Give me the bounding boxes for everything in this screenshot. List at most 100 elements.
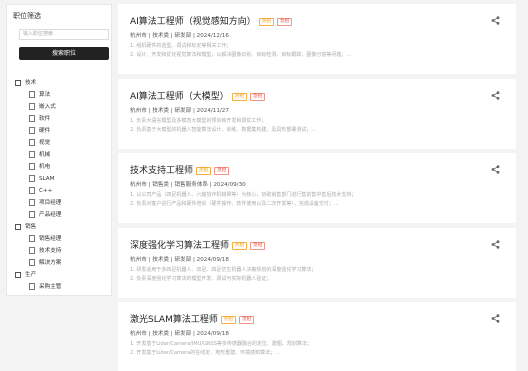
job-title[interactable]: 技术支持工程师 热招 急招 [130,163,230,176]
job-description-line: 2. 负责深度强化学习算法的模型开发、调试与实际机器人验证； [130,276,272,282]
sidebar-title: 职位筛选 [13,12,41,20]
tree-item[interactable]: 解决方案 [15,257,111,269]
collapse-icon[interactable] [15,79,21,86]
hot-badge: 热招 [231,92,248,101]
job-title-text: 深度强化学习算法工程师 [130,241,230,251]
tree-item-label: 视觉 [39,140,51,146]
tree-category-label: 生产 [25,272,37,278]
document-icon [29,91,35,98]
job-card[interactable]: AI算法工程师（视觉感知方向） 热招 急招杭州市 | 技术类 | 研发部 | 202… [118,4,516,74]
tree-item-label: 软件 [39,116,51,122]
document-icon [29,163,35,170]
job-meta: 杭州市 | 技术类 | 研发部 | 2024/11/27 [130,108,229,114]
tree-item-label: 项目经理 [39,200,62,206]
share-icon[interactable] [491,240,500,249]
document-icon [29,187,35,194]
tree-item-label: 机电 [39,164,51,170]
job-description-line: 2. 负责基于大模型的机器人智能算法设计、训练、数据集构建，及具形部署测试；..… [130,127,317,133]
tree-item-label: C++ [39,188,53,194]
job-description-line: 1. 负责大语言模型及多模态大模型的预训练开发和调优工作； [130,118,267,124]
tree-item-label: 销售经理 [39,236,62,242]
job-title-text: AI算法工程师（视觉感知方向） [130,17,256,27]
urgent-badge: 急招 [214,166,230,175]
job-card[interactable]: 激光SLAM算法工程师 热招 急招杭州市 | 技术类 | 研发部 | 2024/09… [118,302,516,371]
tree-item[interactable]: 机电 [15,161,111,173]
job-title[interactable]: 深度强化学习算法工程师 热招 急招 [130,238,266,251]
filter-sidebar: 职位筛选 输入职位搜索 搜索职位 技术算法嵌入式软件硬件视觉机械机电 SLAM C+… [6,4,112,296]
category-tree: 技术算法嵌入式软件硬件视觉机械机电 SLAM C++ 项目经理产品经理销售销售经理技术… [15,77,111,293]
hot-badge: 热招 [220,315,237,324]
job-description-line: 1. 开发基于Lidar/Camera/IMU/GNSS等多传感器融合的定位、建… [130,341,312,347]
job-description-line: 2. 负责对客户进行产品和硬件培训（硬件操作、软件使用以及二次开发等），完成设备… [130,201,339,207]
tree-category[interactable]: 销售 [15,221,111,233]
tree-item[interactable]: 算法 [15,89,111,101]
job-title-text: AI算法工程师（大模型） [130,92,229,102]
share-icon[interactable] [491,91,500,100]
document-icon [29,175,35,182]
tree-item[interactable]: 采购主管 [15,281,111,293]
job-card[interactable]: 深度强化学习算法工程师 热招 急招杭州市 | 技术类 | 研发部 | 2024/09… [118,228,516,298]
tree-item-label: 产品经理 [39,212,62,218]
search-button[interactable]: 搜索职位 [19,47,109,60]
job-description-line: 2. 开发基于Lidar/Camera的在线定、地形重建、环境感知算法；... [130,350,280,356]
tree-item-label: SLAM [39,176,55,182]
job-title-text: 激光SLAM算法工程师 [130,315,218,325]
document-icon [29,115,35,122]
job-meta: 杭州市 | 技术类 | 研发部 | 2024/09/18 [130,257,229,263]
job-title[interactable]: 激光SLAM算法工程师 热招 急招 [130,312,255,325]
document-icon [29,247,35,254]
urgent-badge: 急招 [250,92,266,101]
tree-item-label: 技术支持 [39,248,62,254]
tree-item[interactable]: 产品经理 [15,209,111,221]
job-meta: 杭州市 | 技术类 | 研发部 | 2024/09/18 [130,331,229,337]
share-icon[interactable] [491,314,500,323]
job-description-line: 1. 研发适用于多四足机器人、双足、四足仿生机器人决策规划的深度强化学习算法； [130,267,317,273]
tree-item[interactable]: 技术支持 [15,245,111,257]
document-icon [29,283,35,290]
tree-item-label: 嵌入式 [39,104,56,110]
tree-item[interactable]: C++ [15,185,111,197]
share-icon[interactable] [491,16,500,25]
document-icon [29,259,35,266]
document-icon [29,211,35,218]
document-icon [29,139,35,146]
hot-badge: 热招 [258,17,275,26]
urgent-badge: 急招 [239,315,255,324]
job-description-line: 1. 以公司产品（四足机器人、六轴协作机械臂等）为核心，协助销售部门进行售前售中… [130,192,357,198]
job-card[interactable]: AI算法工程师（大模型） 热招 急招杭州市 | 技术类 | 研发部 | 2024/1… [118,79,516,149]
collapse-icon[interactable] [15,223,21,230]
tree-item[interactable]: 硬件 [15,125,111,137]
tree-item-label: 机械 [39,152,51,158]
job-title[interactable]: AI算法工程师（大模型） 热招 急招 [130,89,266,102]
job-meta: 杭州市 | 技术类 | 研发部 | 2024/12/16 [130,33,229,39]
job-title-text: 技术支持工程师 [130,166,194,176]
job-listing-page: 职位筛选 输入职位搜索 搜索职位 技术算法嵌入式软件硬件视觉机械机电 SLAM C+… [0,0,528,371]
collapse-icon[interactable] [15,271,21,278]
tree-item-label: 解决方案 [39,260,62,266]
job-card[interactable]: 技术支持工程师 热招 急招杭州市 | 销售类 | 销售服务体系 | 2024/09/… [118,153,516,223]
tree-item[interactable]: 销售经理 [15,233,111,245]
tree-item[interactable]: 项目经理 [15,197,111,209]
tree-item-label: 硬件 [39,128,51,134]
tree-item[interactable]: 机械 [15,149,111,161]
tree-item[interactable]: 视觉 [15,137,111,149]
search-input[interactable]: 输入职位搜索 [19,29,109,40]
tree-item-label: 采购主管 [39,284,62,290]
tree-category[interactable]: 技术 [15,77,111,89]
share-icon[interactable] [491,165,500,174]
tree-item[interactable]: 嵌入式 [15,101,111,113]
tree-item[interactable]: SLAM [15,173,111,185]
document-icon [29,127,35,134]
document-icon [29,199,35,206]
document-icon [29,103,35,110]
job-title[interactable]: AI算法工程师（视觉感知方向） 热招 急招 [130,14,293,27]
document-icon [29,151,35,158]
job-meta: 杭州市 | 销售类 | 销售服务体系 | 2024/09/30 [130,182,246,188]
document-icon [29,235,35,242]
job-description-line: 1. 组机硬件的选型、调试和标定等相关工作； [130,43,232,49]
hot-badge: 热招 [232,241,248,250]
tree-item-label: 算法 [39,92,51,98]
tree-item[interactable]: 软件 [15,113,111,125]
job-description-line: 2. 设计、开发和优化视觉算法和模型，以解决图像识别、目标检测、目标跟踪、图像分… [130,52,352,58]
tree-category[interactable]: 生产 [15,269,111,281]
